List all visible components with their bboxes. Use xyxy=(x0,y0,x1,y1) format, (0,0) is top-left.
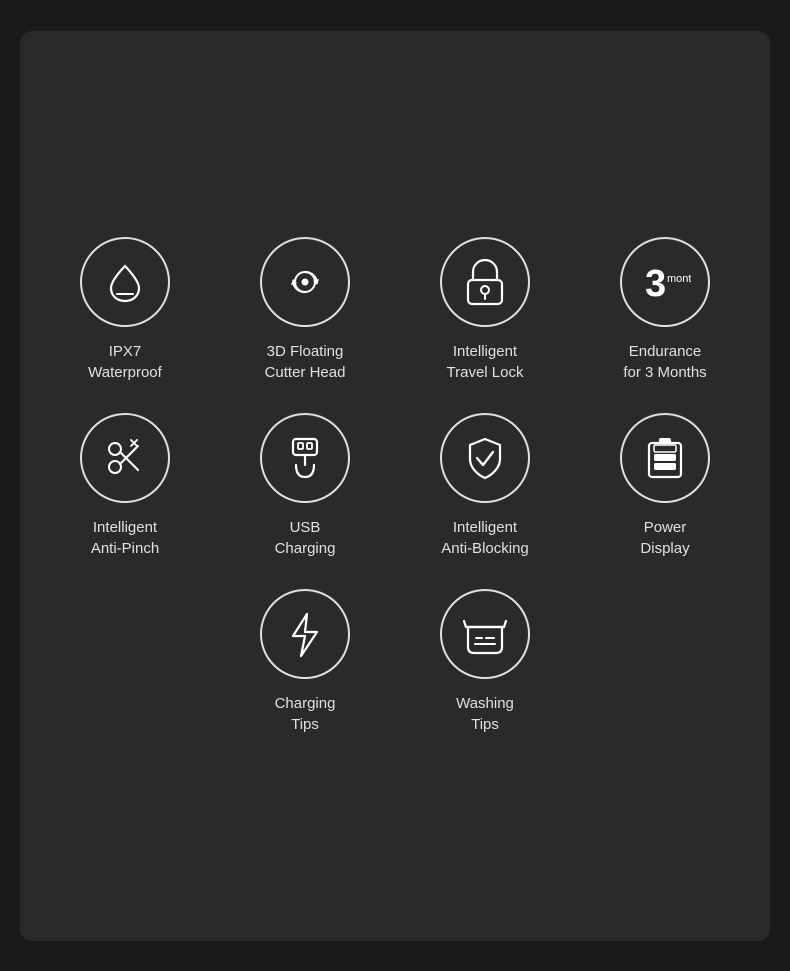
ipx7-icon-circle xyxy=(80,237,170,327)
endurance-label: Endurance for 3 Months xyxy=(623,341,706,383)
anti-pinch-label: Intelligent Anti-Pinch xyxy=(91,517,159,559)
feature-row-2: Intelligent Anti-Pinch USB Charging xyxy=(40,413,750,559)
feature-power-display: Power Display xyxy=(620,413,710,559)
travel-lock-label: Intelligent Travel Lock xyxy=(447,341,524,383)
feature-charging-tips: Charging Tips xyxy=(260,589,350,735)
feature-cutter-head: 3D Floating Cutter Head xyxy=(260,237,350,383)
charging-tips-label: Charging Tips xyxy=(275,693,336,735)
cutter-head-icon xyxy=(280,257,330,307)
feature-anti-blocking: Intelligent Anti-Blocking xyxy=(440,413,530,559)
lightning-icon xyxy=(283,609,327,659)
usb-charging-icon-circle xyxy=(260,413,350,503)
travel-lock-icon-circle xyxy=(440,237,530,327)
cutter-head-icon-circle xyxy=(260,237,350,327)
feature-anti-pinch: Intelligent Anti-Pinch xyxy=(80,413,170,559)
waterproof-icon xyxy=(103,260,147,304)
anti-blocking-label: Intelligent Anti-Blocking xyxy=(441,517,529,559)
lock-icon xyxy=(463,258,507,306)
feature-washing-tips: Washing Tips xyxy=(440,589,530,735)
usb-icon xyxy=(282,433,328,483)
svg-text:months: months xyxy=(667,273,691,285)
anti-blocking-icon-circle xyxy=(440,413,530,503)
wash-icon xyxy=(462,611,508,657)
charging-tips-icon-circle xyxy=(260,589,350,679)
endurance-icon-circle: 3 months xyxy=(620,237,710,327)
shield-check-icon xyxy=(462,435,508,481)
feature-endurance: 3 months Endurance for 3 Months xyxy=(620,237,710,383)
cutter-head-label: 3D Floating Cutter Head xyxy=(265,341,346,383)
feature-ipx7-waterproof: IPX7 Waterproof xyxy=(80,237,170,383)
scissors-icon xyxy=(102,435,148,481)
feature-travel-lock: Intelligent Travel Lock xyxy=(440,237,530,383)
battery-icon xyxy=(645,433,685,483)
svg-text:3: 3 xyxy=(645,263,666,304)
3months-icon: 3 months xyxy=(639,260,691,304)
washing-tips-icon-circle xyxy=(440,589,530,679)
feature-card: IPX7 Waterproof 3D Floating Cutter H xyxy=(20,31,770,941)
power-display-label: Power Display xyxy=(640,517,689,559)
feature-usb-charging: USB Charging xyxy=(260,413,350,559)
power-display-icon-circle xyxy=(620,413,710,503)
feature-row-1: IPX7 Waterproof 3D Floating Cutter H xyxy=(40,237,750,383)
anti-pinch-icon-circle xyxy=(80,413,170,503)
feature-row-3: Charging Tips Washing Tip xyxy=(40,589,750,735)
ipx7-label: IPX7 Waterproof xyxy=(88,341,162,383)
usb-charging-label: USB Charging xyxy=(275,517,336,559)
washing-tips-label: Washing Tips xyxy=(456,693,514,735)
